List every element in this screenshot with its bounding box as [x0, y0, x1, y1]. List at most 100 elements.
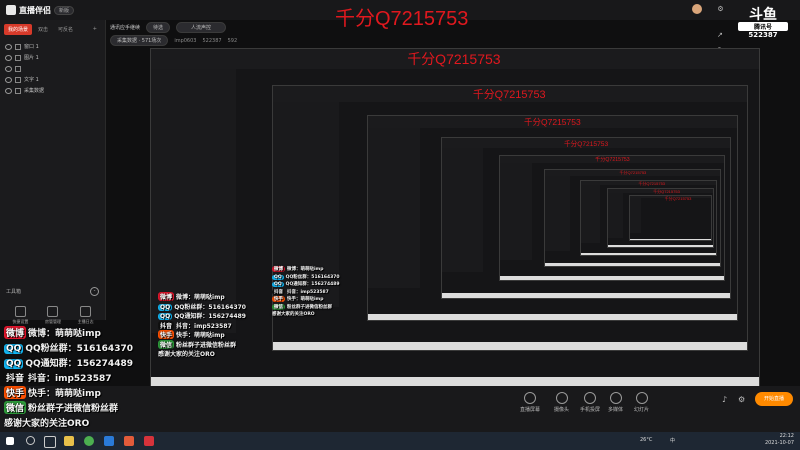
chat-line: 微博 微博：萌萌哒imp	[4, 326, 101, 339]
mirror-task	[368, 314, 738, 321]
tab-3[interactable]: 可反名	[54, 24, 77, 35]
lock-icon[interactable]	[15, 65, 21, 72]
eye-icon[interactable]	[5, 54, 12, 61]
scene-item[interactable]: 图片 1	[0, 52, 105, 63]
pinned-app-icon[interactable]	[144, 436, 154, 446]
viewer-count: 592	[227, 37, 238, 44]
task-view-icon[interactable]	[44, 436, 56, 448]
chat-badge-icon: QQ	[158, 313, 173, 320]
btn-slides[interactable]: 幻灯片	[634, 392, 649, 413]
room-id: 522387	[202, 37, 222, 44]
eye-icon[interactable]	[5, 87, 12, 94]
btn-screen[interactable]: 直播屏幕	[520, 392, 540, 413]
chat-text: QQ通知群：156274489	[285, 282, 340, 287]
phone-icon	[584, 392, 596, 404]
start-live-button[interactable]: 开始直播	[755, 392, 793, 406]
version-badge[interactable]: 新版	[54, 5, 75, 15]
chat-text: 快手：萌萌哒imp	[176, 332, 225, 339]
chat-line-mirror: 微信 粉丝群子进微信粉丝群	[158, 339, 236, 349]
scene-panel: 我的场景 双击 可反名 + 窗口 1 图片 1 文字 1 采集数据	[0, 20, 106, 320]
btn-camera[interactable]: 摄像头	[554, 392, 569, 413]
chat-text: 粉丝群子进微信粉丝群	[287, 304, 332, 310]
chat-badge-icon: 微博	[4, 326, 27, 339]
file-explorer-icon[interactable]	[64, 436, 74, 446]
windows-start-icon[interactable]	[6, 437, 14, 445]
chat-line-mirror: 抖音 抖音：imp523587	[272, 288, 329, 295]
slides-icon	[635, 392, 648, 404]
live-app-icon[interactable]	[124, 436, 134, 446]
mirror-watermark: 千分Q7215753	[664, 195, 692, 201]
chat-line-mirror: 感谢大家的关注ORO	[158, 349, 215, 358]
eye-icon[interactable]	[5, 65, 12, 72]
ime-indicator[interactable]: 中	[670, 437, 675, 444]
tool-room-admin[interactable]: 房管管理	[45, 306, 61, 325]
live-title[interactable]: 通讯应手继续	[110, 24, 140, 31]
settings-icon[interactable]: ⚙	[716, 5, 725, 14]
btn-phone-cast[interactable]: 手机投屏	[580, 392, 600, 413]
lock-icon[interactable]	[15, 87, 21, 94]
chat-line: QQ QQ通知群：156274489	[4, 356, 133, 369]
settings-gear-icon[interactable]: ⚙	[738, 395, 745, 404]
chat-text: 抖音：imp523587	[287, 289, 329, 295]
btn-media[interactable]: 多媒体	[608, 392, 623, 413]
preview-subheader: 采集数据 · 571场次 imp0603 522387 592	[110, 35, 237, 46]
btn-label: 直播屏幕	[520, 407, 541, 413]
stream-preview[interactable]: 千分Q7215753 千分Q7215753 千分Q7215753 千分Q7215753…	[150, 48, 760, 388]
chat-badge-icon: 快手	[272, 296, 285, 302]
mirror-task	[442, 292, 730, 298]
chat-text: 感谢大家的关注ORO	[4, 419, 90, 429]
mirror-frame: 千分Q7215753	[628, 194, 713, 242]
chat-badge-icon: QQ	[4, 344, 24, 354]
lock-icon[interactable]	[15, 54, 21, 61]
tool-label: 房管管理	[44, 319, 61, 324]
weather[interactable]: 26°C	[640, 437, 652, 443]
search-icon[interactable]	[26, 436, 35, 445]
chat-text: 快手：萌萌哒imp	[28, 389, 101, 399]
system-clock[interactable]: 22:12 2021-10-07	[765, 433, 794, 447]
mic-icon[interactable]: ♪	[722, 395, 727, 404]
voice-pill[interactable]: 人流声控	[176, 22, 227, 33]
tab-2[interactable]: 双击	[34, 24, 52, 35]
chat-badge-icon: QQ	[4, 359, 24, 369]
bottom-toolbar	[0, 386, 800, 432]
avatar[interactable]	[692, 4, 702, 14]
tab-my-scenes[interactable]: 我的场景	[4, 24, 33, 35]
scene-item[interactable]: 文字 1	[0, 74, 105, 85]
mirror-task	[608, 245, 714, 247]
category-pill[interactable]: 待选	[146, 22, 171, 33]
scene-item[interactable]: 采集数据	[0, 85, 105, 96]
chat-text: QQ粉丝群：516164370	[174, 303, 246, 311]
chat-line: 微信 粉丝群子进微信粉丝群	[4, 401, 118, 414]
chat-text: 微博：萌萌哒imp	[176, 294, 225, 301]
app-name: 直播伴侣	[19, 5, 51, 15]
eye-icon[interactable]	[5, 76, 12, 83]
streamer-id: imp0603	[174, 37, 197, 44]
chrome-icon[interactable]	[84, 436, 94, 446]
tool-streamer-log[interactable]: 主播日志	[78, 306, 94, 325]
toolbox-more-icon[interactable]: -	[90, 287, 99, 296]
eye-icon[interactable]	[5, 43, 12, 50]
chat-line: 快手 快手：萌萌哒imp	[4, 386, 101, 399]
mirror-watermark: 千分Q7215753	[472, 89, 546, 102]
chat-badge-icon: 微信	[272, 303, 285, 310]
tool-quick-settings[interactable]: 快捷设置	[12, 306, 28, 325]
chat-line: 抖音 抖音：imp523587	[4, 371, 112, 384]
mirror-task	[580, 253, 717, 256]
douyu-watermark: 斗鱼 腾讯号 522387	[738, 8, 788, 39]
mirror-side	[608, 192, 623, 238]
add-scene-icon[interactable]: +	[89, 24, 101, 35]
tool-icon	[14, 306, 26, 317]
mirror-watermark: 千分Q7215753	[638, 180, 666, 186]
preview-header: 通讯应手继续 待选 人流声控	[110, 22, 227, 33]
windows-taskbar	[0, 432, 800, 450]
lock-icon[interactable]	[15, 43, 21, 50]
app-icon[interactable]	[104, 436, 114, 446]
share-icon[interactable]: ↗	[717, 31, 726, 40]
scene-item[interactable]	[0, 63, 105, 74]
chat-text: 粉丝群子进微信粉丝群	[28, 404, 119, 414]
chat-badge-icon: QQ	[158, 303, 173, 311]
source-label: 采集数据 · 571场次	[110, 35, 169, 46]
chat-badge-icon: 抖音	[158, 320, 175, 330]
scene-item[interactable]: 窗口 1	[0, 41, 105, 52]
lock-icon[interactable]	[15, 76, 21, 83]
